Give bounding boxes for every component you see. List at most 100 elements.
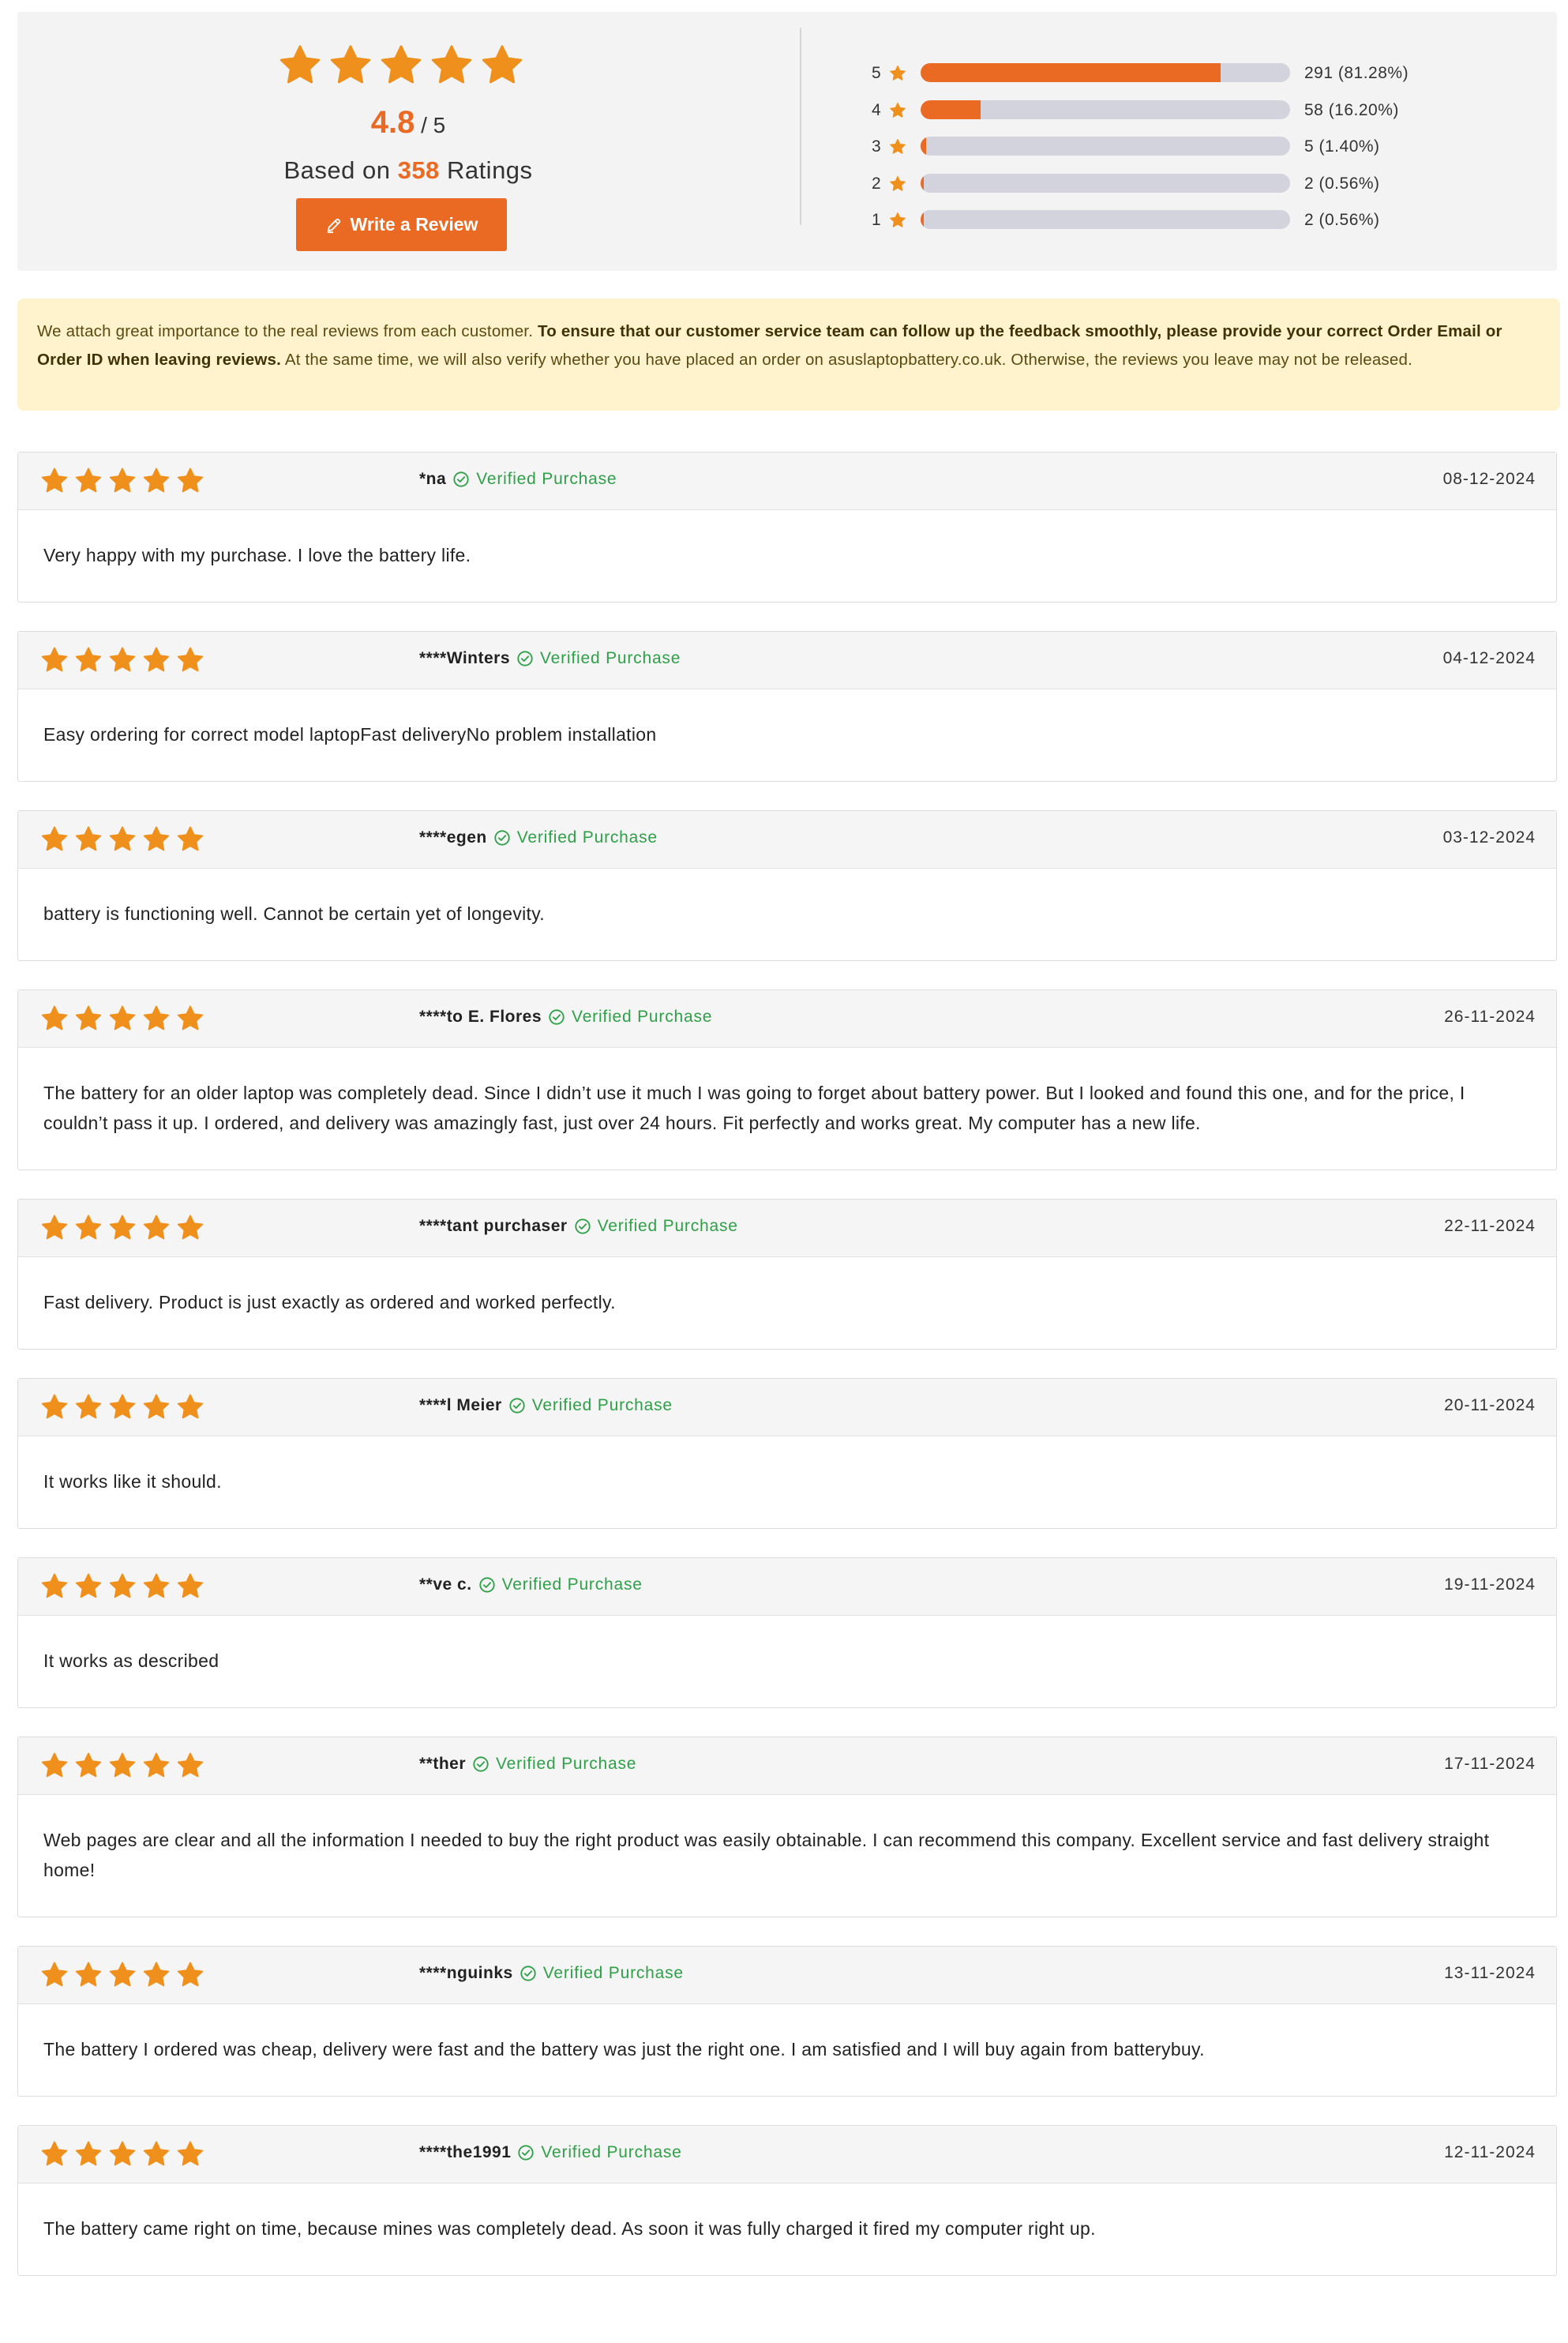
star-icon (75, 647, 102, 672)
summary-divider (800, 28, 801, 225)
distribution-count: 5 (1.40%) (1304, 137, 1380, 156)
star-icon (890, 102, 906, 118)
star-icon (109, 2141, 136, 2166)
distribution-count: 58 (16.20%) (1304, 100, 1399, 119)
review-card: **ther Verified Purchase 17-11-2024 Web pag… (17, 1737, 1557, 1917)
verified-badge: Verified Purchase (472, 1755, 636, 1774)
verified-label: Verified Purchase (572, 1008, 713, 1026)
review-author: ****tant purchaser (419, 1217, 568, 1235)
check-circle-icon (473, 1756, 489, 1772)
rating-overview: 4.8 / 5 Based on 358 Ratings Write a Rev… (17, 12, 799, 271)
star-icon (177, 2141, 204, 2166)
review-author: ****the1991 (419, 2143, 512, 2161)
star-icon (75, 1962, 102, 1987)
review-date: 08-12-2024 (1442, 470, 1536, 488)
rating-distribution: 5 291 (81.28%) 4 58 (16.20%) 3 5 (1.40%) 2 2 (0… (870, 54, 1502, 238)
star-icon (41, 1394, 68, 1419)
star-icon (41, 826, 68, 851)
review-date: 20-11-2024 (1444, 1396, 1536, 1414)
review-date: 12-11-2024 (1444, 2143, 1536, 2161)
review-card: ****to E. Flores Verified Purchase 26-11-2… (17, 989, 1557, 1170)
review-card: ****egen Verified Purchase 03-12-2024 batte… (17, 810, 1557, 961)
star-icon (890, 175, 906, 191)
verified-label: Verified Purchase (541, 2143, 682, 2161)
review-stars (40, 1393, 204, 1421)
based-on-label: Based on (283, 156, 391, 184)
star-icon (109, 1394, 136, 1419)
star-icon (381, 45, 422, 84)
star-icon (109, 647, 136, 672)
review-date: 03-12-2024 (1442, 828, 1536, 847)
verified-label: Verified Purchase (496, 1755, 637, 1773)
review-author-block: ****Winters Verified Purchase (419, 649, 681, 668)
check-circle-icon (494, 830, 510, 846)
verified-badge: Verified Purchase (574, 1217, 738, 1236)
star-icon (143, 2141, 170, 2166)
average-rating: 4.8 / 5 (17, 105, 799, 141)
distribution-count: 291 (81.28%) (1304, 64, 1409, 82)
distribution-star-count: 3 (872, 137, 881, 156)
distribution-bar (921, 100, 1290, 119)
verified-label: Verified Purchase (501, 1575, 643, 1594)
verified-label: Verified Purchase (531, 1396, 673, 1414)
star-icon (889, 138, 906, 156)
review-author-block: ****the1991 Verified Purchase (419, 2143, 682, 2162)
review-author-block: ****nguinks Verified Purchase (419, 1964, 684, 1983)
star-icon (143, 1962, 170, 1987)
check-circle-icon (509, 1398, 525, 1414)
distribution-row: 3 5 (1.40%) (870, 128, 1502, 165)
review-card: *na Verified Purchase 08-12-2024 Very happy… (17, 452, 1557, 603)
review-header: **ve c. Verified Purchase 19-11-2024 (18, 1558, 1556, 1616)
review-card: ****the1991 Verified Purchase 12-11-2024 Th… (17, 2125, 1557, 2276)
review-text: battery is functioning well. Cannot be c… (43, 903, 545, 924)
star-icon (75, 467, 102, 493)
check-circle-icon (549, 1009, 565, 1025)
distribution-row: 1 2 (0.56%) (870, 201, 1502, 238)
star-icon (143, 1215, 170, 1240)
star-icon (143, 1573, 170, 1598)
write-review-button[interactable]: Write a Review (296, 198, 507, 251)
notice-text-outro: At the same time, we will also verify wh… (281, 351, 1412, 369)
review-author: ****egen (419, 828, 487, 847)
star-icon (75, 2141, 102, 2166)
review-author-block: *na Verified Purchase (419, 470, 617, 489)
star-icon (177, 1394, 204, 1419)
verified-badge: Verified Purchase (493, 828, 658, 847)
distribution-star-count: 2 (872, 174, 881, 193)
verified-badge: Verified Purchase (517, 2143, 681, 2162)
check-circle-icon (517, 651, 533, 666)
star-icon (41, 2141, 68, 2166)
review-text: It works like it should. (43, 1471, 222, 1492)
star-icon (889, 175, 906, 193)
review-text: The battery came right on time, because … (43, 2218, 1096, 2239)
notice-text-intro: We attach great importance to the real r… (37, 322, 538, 340)
star-icon (75, 1005, 102, 1031)
star-icon (41, 1962, 68, 1987)
star-icon (143, 647, 170, 672)
review-author: ****to E. Flores (419, 1008, 542, 1026)
star-icon (75, 1215, 102, 1240)
review-author: ****Winters (419, 649, 511, 667)
verified-badge: Verified Purchase (548, 1008, 712, 1027)
distribution-star-count: 1 (872, 211, 881, 229)
review-author-block: **ther Verified Purchase (419, 1755, 636, 1774)
review-author: *na (419, 470, 447, 488)
star-icon (889, 212, 906, 229)
distribution-bar (921, 137, 1290, 156)
check-circle-icon (574, 1218, 591, 1234)
verified-label: Verified Purchase (516, 828, 658, 847)
star-icon (143, 826, 170, 851)
star-icon (889, 102, 906, 119)
review-header: ****l Meier Verified Purchase 20-11-2024 (18, 1379, 1556, 1436)
review-author-block: ****tant purchaser Verified Purchase (419, 1217, 738, 1236)
review-header: ****egen Verified Purchase 03-12-2024 (18, 811, 1556, 869)
distribution-row: 4 58 (16.20%) (870, 92, 1502, 129)
review-date: 22-11-2024 (1444, 1217, 1536, 1235)
distribution-bar-fill (921, 137, 926, 156)
review-author: **ve c. (419, 1575, 472, 1594)
distribution-bar (921, 63, 1290, 82)
verified-label: Verified Purchase (597, 1217, 738, 1235)
review-text: Web pages are clear and all the informat… (43, 1830, 1490, 1880)
review-card: ****l Meier Verified Purchase 20-11-2024 It… (17, 1378, 1557, 1529)
star-icon (41, 1752, 68, 1778)
